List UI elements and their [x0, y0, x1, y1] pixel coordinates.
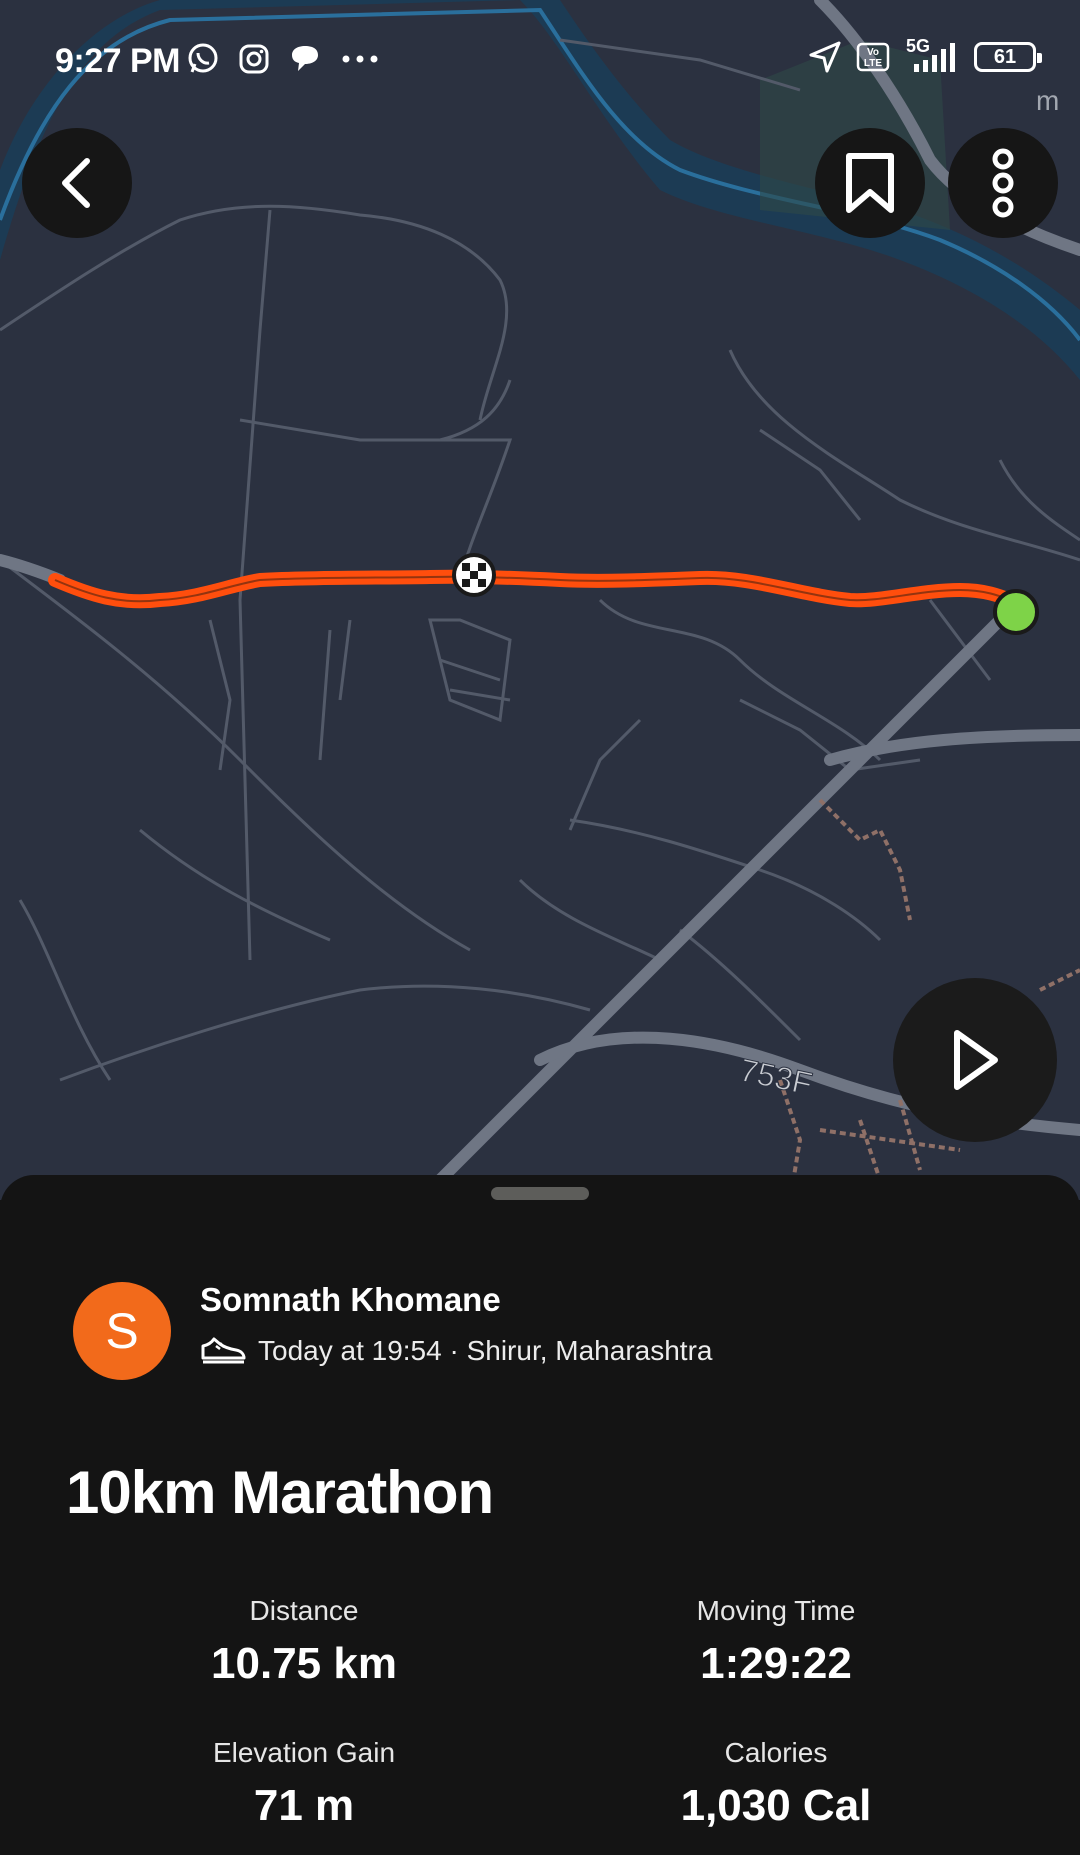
chat-bubble-icon: [292, 46, 318, 71]
activity-meta: Today at 19:54 · Shirur, Maharashtra: [200, 1335, 712, 1367]
whatsapp-icon: [188, 43, 218, 73]
finish-marker: [452, 553, 496, 597]
bookmark-icon: [846, 153, 894, 213]
road-label: 753F: [737, 1052, 816, 1102]
route-line: [48, 569, 1017, 609]
stat-distance: Distance 10.75 km: [84, 1595, 524, 1689]
volte-icon: Vo LTE: [856, 42, 890, 72]
svg-text:Vo: Vo: [867, 47, 879, 58]
more-dots-icon: [342, 55, 378, 63]
back-button[interactable]: [22, 128, 132, 238]
activity-datetime-location: Today at 19:54 · Shirur, Maharashtra: [258, 1335, 713, 1366]
avatar[interactable]: S: [73, 1282, 171, 1380]
stat-label: Distance: [249, 1595, 359, 1626]
play-flyover-button[interactable]: [893, 978, 1057, 1142]
system-icons: Vo LTE 5G 61: [808, 36, 1042, 74]
stat-label: Calories: [724, 1737, 828, 1768]
start-marker: [993, 589, 1039, 635]
status-bar: 9:27 PM Vo LTE 5G 61: [0, 0, 1080, 120]
vertical-dots-icon: [992, 148, 1014, 218]
signal-group: 5G: [904, 36, 960, 74]
battery-icon: 61: [974, 42, 1042, 72]
signal-icon: [914, 43, 955, 72]
stat-moving-time: Moving Time 1:29:22: [556, 1595, 996, 1689]
activity-sheet[interactable]: S Somnath Khomane Today at 19:54 · Shiru…: [0, 1175, 1080, 1855]
stat-value: 71 m: [253, 1781, 355, 1830]
stat-elevation-gain: Elevation Gain 71 m: [84, 1737, 524, 1831]
more-options-button[interactable]: [948, 128, 1058, 238]
location-arrow-icon: [809, 41, 841, 73]
stat-value: 1:29:22: [700, 1639, 852, 1688]
svg-text:LTE: LTE: [864, 58, 882, 69]
stat-label: Elevation Gain: [212, 1737, 396, 1768]
activity-title: 10km Marathon: [66, 1459, 494, 1526]
instagram-icon: [239, 44, 269, 74]
sheet-drag-handle[interactable]: [491, 1187, 589, 1200]
shoe-icon: [201, 1337, 246, 1364]
stat-value: 10.75 km: [211, 1639, 397, 1688]
stat-label: Moving Time: [696, 1595, 856, 1626]
play-icon: [954, 1030, 998, 1090]
clock: 9:27 PM: [55, 42, 181, 80]
notification-icons: [186, 42, 380, 76]
bookmark-button[interactable]: [815, 128, 925, 238]
stat-value: 1,030 Cal: [680, 1781, 872, 1830]
stat-calories: Calories 1,030 Cal: [556, 1737, 996, 1831]
chevron-left-icon: [62, 158, 90, 208]
athlete-name[interactable]: Somnath Khomane: [200, 1281, 501, 1319]
